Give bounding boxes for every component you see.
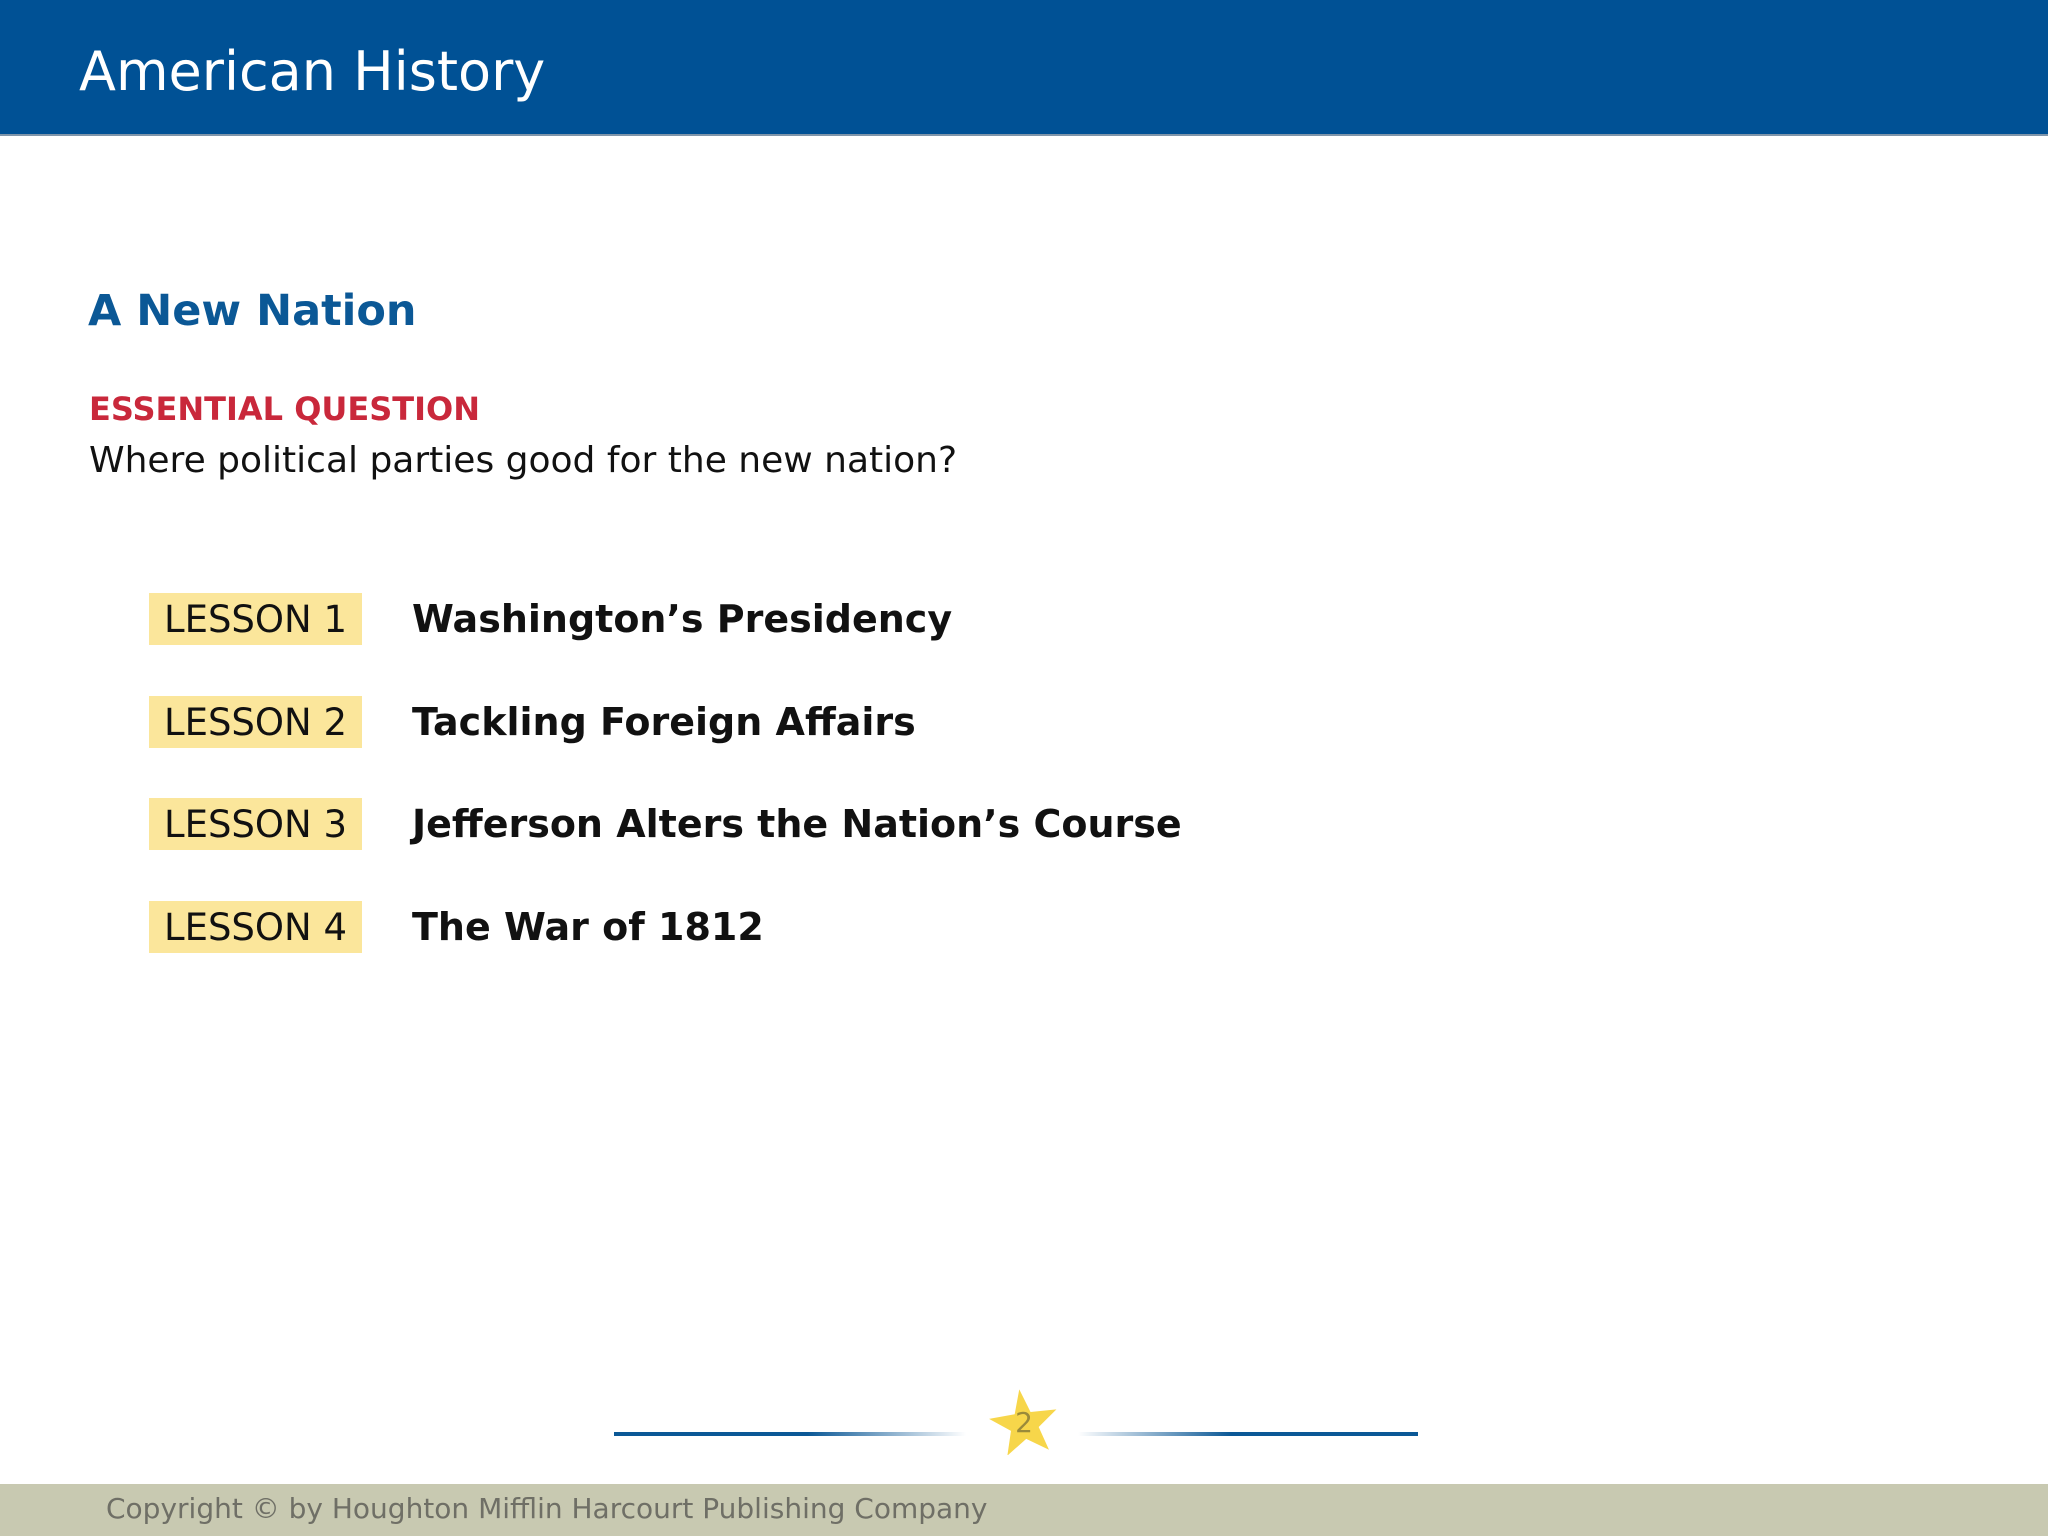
lesson-row-4[interactable]: LESSON 4 The War of 1812: [149, 901, 764, 953]
lesson-row-2[interactable]: LESSON 2 Tackling Foreign Affairs: [149, 696, 916, 748]
lesson-title[interactable]: Tackling Foreign Affairs: [412, 700, 916, 744]
lesson-title[interactable]: The War of 1812: [412, 905, 764, 949]
copyright-text: Copyright © by Houghton Mifflin Harcourt…: [106, 1492, 988, 1525]
lesson-title[interactable]: Jefferson Alters the Nation’s Course: [412, 802, 1182, 846]
divider-line-right: [1078, 1432, 1418, 1436]
divider-line-left: [614, 1432, 966, 1436]
essential-question-text: Where political parties good for the new…: [89, 440, 958, 481]
header-bar: American History: [0, 0, 2048, 136]
lesson-row-1[interactable]: LESSON 1 Washington’s Presidency: [149, 593, 952, 645]
lesson-badge[interactable]: LESSON 3: [149, 798, 362, 850]
footer-bar: Copyright © by Houghton Mifflin Harcourt…: [0, 1484, 2048, 1536]
course-title: American History: [79, 40, 546, 103]
slide: American History A New Nation ESSENTIAL …: [0, 0, 2048, 1536]
page-number: 2: [1015, 1406, 1033, 1439]
lesson-badge[interactable]: LESSON 1: [149, 593, 362, 645]
lesson-badge[interactable]: LESSON 2: [149, 696, 362, 748]
lesson-badge[interactable]: LESSON 4: [149, 901, 362, 953]
lesson-title[interactable]: Washington’s Presidency: [412, 597, 952, 641]
chapter-title: A New Nation: [88, 286, 417, 336]
lesson-row-3[interactable]: LESSON 3 Jefferson Alters the Nation’s C…: [149, 798, 1182, 850]
essential-question-label: ESSENTIAL QUESTION: [89, 390, 480, 428]
